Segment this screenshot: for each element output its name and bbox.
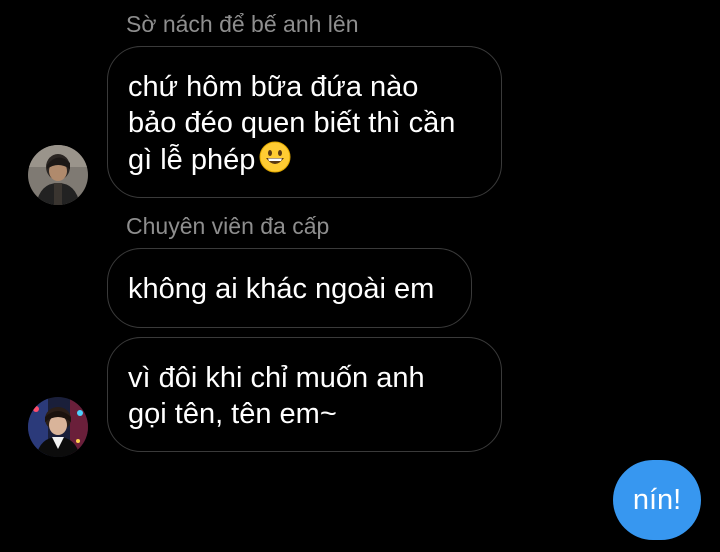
- sent-message-bubble[interactable]: nín!: [613, 460, 701, 540]
- avatar[interactable]: [28, 145, 88, 205]
- sender-name: Sờ nách để bế anh lên: [126, 11, 359, 37]
- sender-name: Chuyên viên đa cấp: [126, 213, 330, 239]
- grinning-face-emoji-icon: [259, 141, 291, 182]
- message-line: bảo đéo quen biết thì cần: [128, 107, 456, 139]
- message-text: gì lễ phép: [128, 144, 256, 176]
- message-line: chứ hôm bữa đứa nào: [128, 71, 419, 103]
- message-line: không ai khác ngoài em: [128, 273, 435, 305]
- message-bubble[interactable]: không ai khác ngoài em: [107, 248, 472, 328]
- message-line: gọi tên, tên em~: [128, 398, 337, 430]
- chat-thread: Sờ nách để bế anh lên chứ hôm bữa đứa nà…: [0, 0, 720, 552]
- avatar[interactable]: [28, 397, 88, 457]
- message-line-with-emoji: gì lễ phép: [128, 141, 481, 182]
- message-bubble[interactable]: chứ hôm bữa đứa nào bảo đéo quen biết th…: [107, 46, 502, 198]
- message-bubble[interactable]: vì đôi khi chỉ muốn anh gọi tên, tên em~: [107, 337, 502, 452]
- message-line: vì đôi khi chỉ muốn anh: [128, 362, 425, 394]
